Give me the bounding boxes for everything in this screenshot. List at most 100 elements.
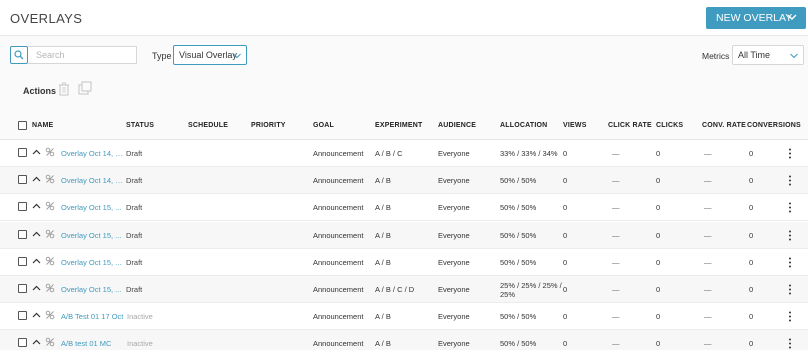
more-actions-icon[interactable] — [788, 202, 792, 213]
row-checkbox[interactable] — [18, 311, 27, 321]
row-checkbox[interactable] — [18, 175, 27, 185]
new-overlay-label: NEW OVERLAY — [716, 12, 793, 24]
more-actions-icon[interactable] — [788, 175, 792, 186]
clicks-value: 0 — [656, 149, 661, 158]
overlay-name-link[interactable]: Overlay Oct 15, ... — [61, 258, 125, 267]
type-select-value: Visual Overlay — [179, 50, 237, 60]
clicks-value: 0 — [656, 312, 661, 322]
goal-text: Announcement — [313, 149, 364, 158]
clicks-value: 0 — [656, 176, 661, 186]
column-views[interactable]: VIEWS — [563, 122, 587, 129]
column-goal[interactable]: GOAL — [313, 122, 334, 129]
overlay-name-link[interactable]: A/B Test 01 17 Oct — [61, 312, 125, 321]
row-checkbox[interactable] — [18, 284, 27, 293]
more-actions-icon[interactable] — [788, 230, 792, 241]
select-all-checkbox[interactable] — [18, 121, 27, 130]
goal-text: Announcement — [313, 312, 364, 322]
conversions-value: 0 — [749, 339, 754, 349]
chevron-up-icon[interactable] — [32, 202, 41, 211]
conv-rate-value: — — [704, 203, 712, 213]
row-checkbox[interactable] — [18, 256, 27, 266]
table-row[interactable]: Overlay Oct 15, ... Draft Announcement A… — [0, 194, 808, 222]
actions-bar: Actions — [0, 70, 808, 110]
column-name[interactable]: NAME — [32, 122, 53, 129]
status-text: Draft — [126, 149, 143, 158]
more-actions-icon[interactable] — [788, 148, 792, 159]
goal-text: Announcement — [313, 257, 364, 267]
click-rate-value: — — [612, 339, 620, 349]
page-title: OVERLAYS — [10, 11, 83, 26]
search-input[interactable] — [28, 46, 137, 64]
more-actions-icon[interactable] — [788, 257, 792, 268]
goal-text: Announcement — [313, 285, 364, 294]
views-value: 0 — [563, 176, 568, 186]
allocation-text: 50% / 50% — [500, 203, 537, 213]
column-experiment[interactable]: EXPERIMENT — [375, 122, 423, 129]
copy-icon[interactable] — [78, 81, 92, 95]
search-button[interactable] — [10, 46, 28, 64]
more-actions-icon[interactable] — [788, 311, 792, 322]
column-allocation[interactable]: ALLOCATION — [500, 122, 547, 129]
click-rate-value: — — [612, 257, 620, 267]
column-priority[interactable]: PRIORITY — [251, 122, 286, 129]
column-audience[interactable]: AUDIENCE — [438, 122, 476, 129]
new-overlay-button[interactable]: NEW OVERLAY — [706, 7, 806, 29]
conversions-value: 0 — [749, 257, 754, 267]
goal-text: Announcement — [313, 176, 364, 186]
type-label: Type — [152, 51, 172, 61]
chevron-up-icon[interactable] — [32, 338, 41, 347]
row-checkbox[interactable] — [18, 148, 27, 157]
goal-text: Announcement — [313, 230, 364, 240]
audience-text: Everyone — [438, 176, 470, 186]
type-select[interactable]: Visual Overlay — [173, 45, 247, 65]
conv-rate-value: — — [704, 339, 712, 349]
more-actions-icon[interactable] — [788, 338, 792, 349]
views-value: 0 — [563, 230, 568, 240]
chevron-down-icon[interactable] — [786, 11, 798, 23]
chevron-up-icon[interactable] — [32, 148, 41, 157]
overlay-name-link[interactable]: Overlay Oct 14, 2... — [61, 176, 125, 185]
overlay-name-link[interactable]: Overlay Oct 14, 2... — [61, 149, 125, 158]
chevron-up-icon[interactable] — [32, 230, 41, 239]
allocation-text: 25% / 25% / 25% / 25% — [500, 281, 562, 299]
metrics-select[interactable]: All Time — [732, 45, 804, 65]
column-conversions[interactable]: CONVERSIONS — [747, 122, 801, 129]
overlay-name-link[interactable]: Overlay Oct 15, ... — [61, 285, 125, 294]
overlay-name-link[interactable]: Overlay Oct 15, ... — [61, 203, 125, 212]
chevron-up-icon[interactable] — [32, 257, 41, 266]
row-checkbox[interactable] — [18, 202, 27, 212]
click-rate-value: — — [612, 230, 620, 240]
audience-text: Everyone — [438, 203, 470, 213]
table-row[interactable]: Overlay Oct 14, 2... Draft Announcement … — [0, 140, 808, 167]
row-checkbox[interactable] — [18, 338, 27, 348]
table-row[interactable]: Overlay Oct 15, ... Draft Announcement A… — [0, 248, 808, 276]
column-click-rate[interactable]: CLICK RATE — [608, 122, 652, 129]
overlay-name-link[interactable]: Overlay Oct 15, ... — [61, 231, 125, 240]
views-value: 0 — [563, 257, 568, 267]
chevron-up-icon[interactable] — [32, 175, 41, 184]
more-actions-icon[interactable] — [788, 284, 792, 295]
column-status[interactable]: STATUS — [126, 122, 154, 129]
chevron-up-icon[interactable] — [32, 284, 41, 293]
status-text: Draft — [126, 257, 143, 267]
table-row[interactable]: Overlay Oct 14, 2... Draft Announcement … — [0, 167, 808, 195]
table-row[interactable]: Overlay Oct 15, ... Draft Announcement A… — [0, 276, 808, 303]
row-checkbox[interactable] — [18, 229, 27, 239]
filter-toolbar: Type Visual Overlay Metrics All Time — [0, 36, 808, 70]
column-conv-rate[interactable]: CONV. RATE — [702, 122, 746, 129]
column-clicks[interactable]: CLICKS — [656, 122, 683, 129]
overlay-name-link[interactable]: A/B test 01 MC — [61, 339, 125, 348]
goal-text: Announcement — [313, 203, 364, 213]
goal-text: Announcement — [313, 339, 364, 349]
chevron-up-icon[interactable] — [32, 311, 41, 320]
table-row[interactable]: A/B Test 01 17 Oct Inactive Announcement… — [0, 303, 808, 331]
trash-icon[interactable] — [58, 82, 70, 96]
column-schedule[interactable]: SCHEDULE — [188, 122, 228, 129]
conversions-value: 0 — [749, 285, 754, 294]
conv-rate-value: — — [704, 176, 712, 186]
experiment-text: A / B — [375, 230, 391, 240]
status-text: Draft — [126, 230, 143, 240]
allocation-text: 50% / 50% — [500, 257, 537, 267]
clicks-value: 0 — [656, 203, 661, 213]
table-row[interactable]: Overlay Oct 15, ... Draft Announcement A… — [0, 221, 808, 249]
